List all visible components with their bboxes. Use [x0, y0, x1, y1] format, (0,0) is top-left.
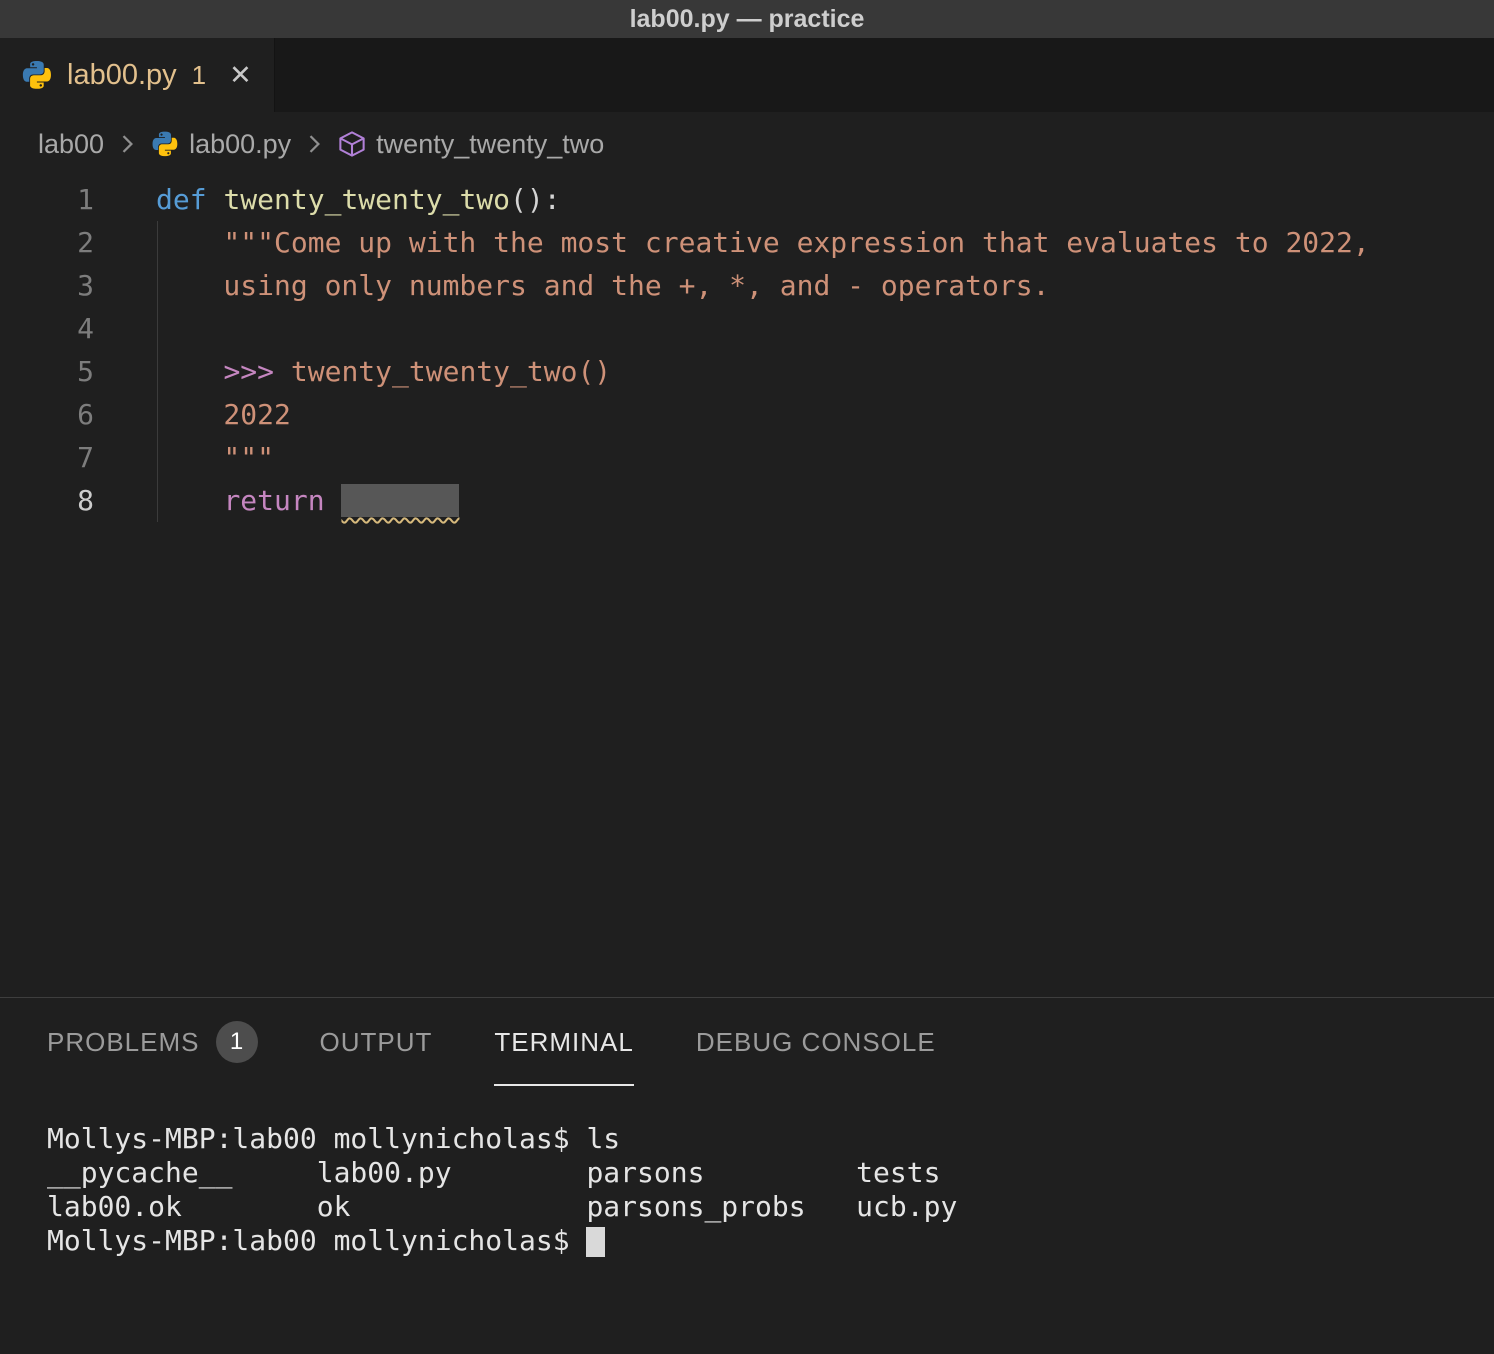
code-token: 2022	[156, 398, 291, 431]
window-title: lab00.py — practice	[630, 5, 865, 34]
code-line-4[interactable]: 4	[0, 307, 1494, 350]
code-token	[156, 355, 223, 388]
code-line-3[interactable]: 3 using only numbers and the +, *, and -…	[0, 264, 1494, 307]
chevron-right-icon	[113, 130, 141, 158]
terminal-line: __pycache__ lab00.py parsons tests	[47, 1156, 1494, 1190]
panel-tab-label: TERMINAL	[494, 1027, 633, 1058]
code-token: twenty_twenty_two	[223, 183, 510, 216]
panel-tab-label: PROBLEMS	[47, 1027, 200, 1058]
line-number: 4	[0, 307, 94, 350]
problems-count-badge: 1	[216, 1021, 258, 1063]
code-line-5[interactable]: 5 >>> twenty_twenty_two()	[0, 350, 1494, 393]
breadcrumb-symbol[interactable]: twenty_twenty_two	[376, 129, 604, 160]
titlebar[interactable]: lab00.py — practice	[0, 0, 1494, 38]
terminal-output[interactable]: Mollys-MBP:lab00 mollynicholas$ ls__pyca…	[0, 1086, 1494, 1258]
tab-problem-count: 1	[192, 60, 206, 91]
code-token	[325, 484, 342, 517]
code-token: """	[156, 441, 274, 474]
breadcrumb-folder[interactable]: lab00	[38, 129, 104, 160]
line-number: 3	[0, 264, 94, 307]
line-text: 2022	[94, 398, 291, 431]
line-text: def twenty_twenty_two():	[94, 183, 561, 216]
line-number: 5	[0, 350, 94, 393]
close-icon[interactable]: ✕	[229, 62, 252, 89]
line-text: """	[94, 441, 274, 474]
panel-tab-bar: PROBLEMS 1 OUTPUT TERMINAL DEBUG CONSOLE	[0, 998, 1494, 1086]
line-number: 1	[0, 178, 94, 221]
vscode-window: lab00.py — practice lab00.py 1 ✕ lab00	[0, 0, 1494, 1354]
python-icon	[150, 129, 180, 159]
code-token: """Come up with the most creative expres…	[156, 226, 1370, 259]
panel-tab-label: OUTPUT	[320, 1027, 433, 1058]
tab-lab00-py[interactable]: lab00.py 1 ✕	[0, 38, 275, 112]
code-line-6[interactable]: 6 2022	[0, 393, 1494, 436]
symbol-method-icon	[337, 129, 367, 159]
code-token: >>>	[223, 355, 274, 388]
panel-tab-label: DEBUG CONSOLE	[696, 1027, 936, 1058]
panel-tab-problems[interactable]: PROBLEMS 1	[47, 998, 258, 1086]
terminal-cursor	[586, 1227, 605, 1257]
breadcrumb-file[interactable]: lab00.py	[189, 129, 291, 160]
line-number: 6	[0, 393, 94, 436]
line-number: 8	[0, 479, 94, 522]
code-editor[interactable]: 1def twenty_twenty_two():2 """Come up wi…	[0, 176, 1494, 997]
breadcrumb: lab00 lab00.py twenty_twenty_two	[0, 112, 1494, 176]
panel-tab-debug-console[interactable]: DEBUG CONSOLE	[696, 998, 936, 1086]
indent-guide	[157, 221, 158, 522]
code-line-2[interactable]: 2 """Come up with the most creative expr…	[0, 221, 1494, 264]
python-icon	[20, 58, 54, 92]
selection-warning-squiggle	[341, 484, 459, 517]
line-text: using only numbers and the +, *, and - o…	[94, 269, 1049, 302]
code-line-1[interactable]: 1def twenty_twenty_two():	[0, 178, 1494, 221]
code-token: twenty_twenty_two()	[274, 355, 611, 388]
line-number: 7	[0, 436, 94, 479]
line-text: >>> twenty_twenty_two()	[94, 355, 611, 388]
code-token	[207, 183, 224, 216]
panel-tab-output[interactable]: OUTPUT	[320, 998, 433, 1086]
tab-label: lab00.py	[67, 59, 177, 92]
line-text: return	[94, 484, 459, 517]
bottom-panel: PROBLEMS 1 OUTPUT TERMINAL DEBUG CONSOLE Mol…	[0, 997, 1494, 1354]
code-token: ():	[510, 183, 561, 216]
code-token	[156, 484, 223, 517]
code-token: using only numbers and the +, *, and - o…	[156, 269, 1049, 302]
terminal-line: Mollys-MBP:lab00 mollynicholas$ ls	[47, 1122, 1494, 1156]
code-line-8[interactable]: 8 return	[0, 479, 1494, 522]
panel-tab-terminal[interactable]: TERMINAL	[494, 998, 633, 1086]
code-token: return	[223, 484, 324, 517]
line-number: 2	[0, 221, 94, 264]
code-lines: 1def twenty_twenty_two():2 """Come up wi…	[0, 178, 1494, 522]
tab-bar: lab00.py 1 ✕	[0, 38, 1494, 112]
chevron-right-icon	[300, 130, 328, 158]
line-text	[94, 312, 156, 345]
terminal-line: lab00.ok ok parsons_probs ucb.py	[47, 1190, 1494, 1224]
code-line-7[interactable]: 7 """	[0, 436, 1494, 479]
line-text: """Come up with the most creative expres…	[94, 226, 1370, 259]
terminal-line: Mollys-MBP:lab00 mollynicholas$	[47, 1224, 1494, 1258]
code-token: def	[156, 183, 207, 216]
